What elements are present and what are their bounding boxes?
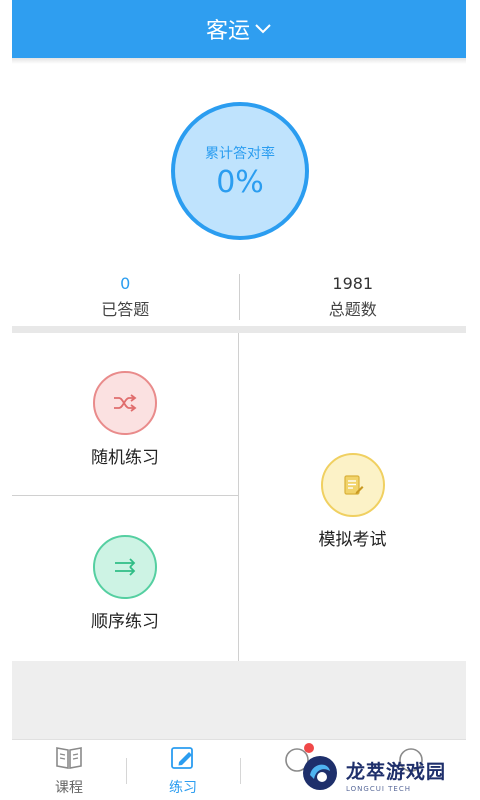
edit-icon: [169, 745, 197, 775]
random-practice-button[interactable]: 随机练习: [12, 371, 238, 468]
answered-count: 0: [120, 274, 131, 293]
tab-course-label: 课程: [55, 779, 83, 796]
section-divider: [12, 326, 466, 333]
total-count: 1981: [332, 274, 374, 293]
accuracy-rate-label: 累计答对率: [205, 145, 275, 162]
header-shadow: [12, 58, 466, 64]
shuffle-icon: [93, 371, 157, 435]
answered-label: 已答题: [101, 300, 150, 319]
exam-paper-icon: [320, 453, 385, 517]
tab-practice[interactable]: 练习: [126, 740, 240, 800]
header-title: 客运: [205, 19, 250, 44]
mock-exam-button[interactable]: 模拟考试: [239, 453, 466, 550]
arrows-right-icon: [93, 535, 157, 599]
practice-grid: 随机练习 顺序练习 模拟考试: [12, 333, 466, 661]
accuracy-rate-value: 0%: [216, 164, 264, 200]
subject-selector[interactable]: 客运: [12, 0, 466, 58]
watermark-text: 龙萃游戏园: [346, 761, 447, 783]
sequential-practice-label: 顺序练习: [91, 612, 159, 632]
book-icon: [54, 745, 84, 775]
total-label: 总题数: [328, 300, 377, 319]
tab-practice-label: 练习: [169, 779, 197, 796]
app-screen: 客运 累计答对率 0% 0 已答题 1981 总题数 随机练习 顺序练习 模拟考…: [0, 0, 480, 800]
sequential-practice-button[interactable]: 顺序练习: [12, 535, 238, 632]
stats-row: 0 已答题 1981 总题数: [12, 272, 466, 322]
grid-horizontal-divider: [12, 495, 238, 496]
tab-course[interactable]: 课程: [12, 740, 126, 800]
total-stat: 1981 总题数: [240, 272, 467, 322]
random-practice-label: 随机练习: [91, 448, 159, 468]
watermark-logo-icon: [300, 753, 340, 797]
watermark-subtext: LONGCUI TECH: [346, 785, 411, 793]
empty-gray-area: [12, 661, 466, 739]
mock-exam-label: 模拟考试: [318, 530, 387, 550]
site-watermark: 龙萃游戏园 LONGCUI TECH: [300, 752, 470, 798]
chevron-down-icon: [254, 23, 272, 35]
answered-stat: 0 已答题: [12, 272, 239, 322]
accuracy-rate-circle: 累计答对率 0%: [171, 102, 309, 240]
